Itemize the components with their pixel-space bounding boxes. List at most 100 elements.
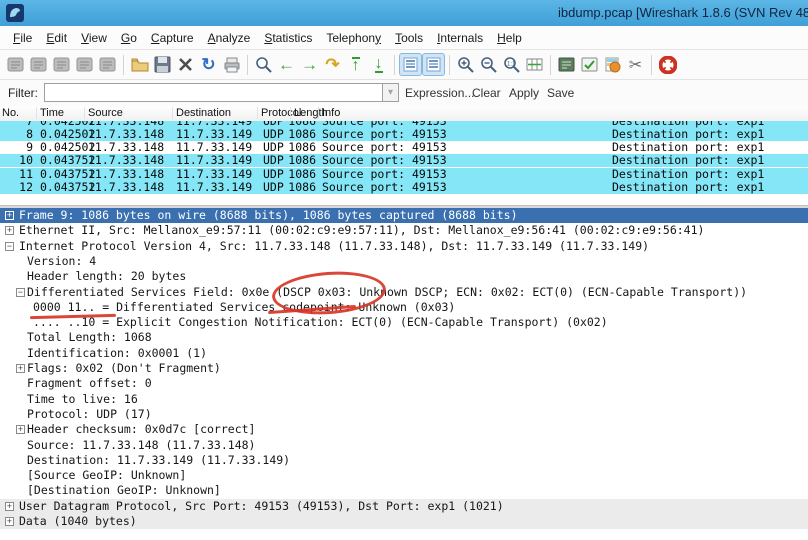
cell-no: 8: [0, 128, 33, 141]
cell-no: 12: [0, 181, 33, 194]
detail-row[interactable]: 0000 11.. = Differentiated Services code…: [0, 300, 808, 315]
menu-capture[interactable]: Capture: [144, 28, 201, 48]
packet-row-10[interactable]: 100.04375211.7.33.14811.7.33.149UDP1086S…: [0, 154, 808, 167]
menu-file[interactable]: File: [6, 28, 39, 48]
detail-row[interactable]: [Destination GeoIP: Unknown]: [0, 483, 808, 498]
cell-isrc: Source port: 49153: [322, 168, 447, 181]
detail-row[interactable]: +Header checksum: 0x0d7c [correct]: [0, 422, 808, 437]
detail-row[interactable]: +Data (1040 bytes): [0, 514, 808, 529]
cell-proto: UDP: [263, 168, 284, 181]
toolbar-separator: [550, 55, 551, 75]
display-filters-icon[interactable]: [578, 53, 601, 76]
column-header-source[interactable]: Source: [88, 107, 123, 119]
detail-row[interactable]: −Internet Protocol Version 4, Src: 11.7.…: [0, 239, 808, 254]
detail-row[interactable]: Version: 4: [0, 254, 808, 269]
cell-len: 1086: [283, 154, 316, 167]
detail-row[interactable]: Total Length: 1068: [0, 330, 808, 345]
reload-icon[interactable]: ↻: [197, 53, 220, 76]
zoom-in-icon[interactable]: [454, 53, 477, 76]
go-to-bottom-icon[interactable]: ↓: [367, 53, 390, 76]
detail-row[interactable]: Destination: 11.7.33.149 (11.7.33.149): [0, 453, 808, 468]
cell-dst: 11.7.33.149: [176, 168, 252, 181]
go-to-packet-icon[interactable]: ↷: [321, 53, 344, 76]
cell-isrc: Source port: 49153: [322, 154, 447, 167]
menu-view[interactable]: View: [74, 28, 114, 48]
expand-icon[interactable]: +: [16, 425, 25, 434]
detail-text: Time to live: 16: [27, 392, 138, 407]
expand-icon[interactable]: +: [5, 211, 14, 220]
save-file-icon[interactable]: [151, 53, 174, 76]
cell-len: 1086: [283, 181, 316, 194]
menu-internals[interactable]: Internals: [430, 28, 490, 48]
menu-go[interactable]: Go: [114, 28, 144, 48]
filter-input[interactable]: [44, 83, 390, 102]
help-icon[interactable]: [656, 53, 679, 76]
autoscroll-toggle[interactable]: [422, 53, 445, 76]
column-separator: [36, 107, 37, 119]
detail-text: Source: 11.7.33.148 (11.7.33.148): [27, 438, 255, 453]
detail-row[interactable]: +Flags: 0x02 (Don't Fragment): [0, 361, 808, 376]
detail-row[interactable]: Header length: 20 bytes: [0, 269, 808, 284]
close-file-icon[interactable]: [174, 53, 197, 76]
packet-row-11[interactable]: 110.04375211.7.33.14811.7.33.149UDP1086S…: [0, 168, 808, 181]
detail-row[interactable]: Source: 11.7.33.148 (11.7.33.148): [0, 438, 808, 453]
detail-row[interactable]: +User Datagram Protocol, Src Port: 49153…: [0, 499, 808, 514]
packet-row-8[interactable]: 80.04250211.7.33.14811.7.33.149UDP1086So…: [0, 128, 808, 141]
coloring-rules-icon[interactable]: [601, 53, 624, 76]
filter-apply-button[interactable]: Apply: [509, 86, 539, 100]
filter-dropdown-icon[interactable]: ▾: [382, 83, 399, 102]
go-to-top-icon[interactable]: ↑: [344, 53, 367, 76]
column-separator: [84, 107, 85, 119]
cell-proto: UDP: [263, 141, 284, 154]
column-separator: [290, 107, 291, 119]
menu-tools[interactable]: Tools: [388, 28, 430, 48]
detail-row[interactable]: Identification: 0x0001 (1): [0, 346, 808, 361]
capture-filters-icon[interactable]: [555, 53, 578, 76]
print-icon[interactable]: [220, 53, 243, 76]
menu-bar: FileEditViewGoCaptureAnalyzeStatisticsTe…: [0, 26, 808, 50]
open-file-icon[interactable]: [128, 53, 151, 76]
cell-dst: 11.7.33.149: [176, 181, 252, 194]
detail-row[interactable]: −Differentiated Services Field: 0x0e (DS…: [0, 285, 808, 300]
filter-save-button[interactable]: Save: [547, 86, 574, 100]
packet-row-12[interactable]: 120.04375211.7.33.14811.7.33.149UDP1086S…: [0, 181, 808, 194]
menu-telephony[interactable]: Telephony: [319, 28, 388, 48]
expand-icon[interactable]: +: [5, 226, 14, 235]
detail-row[interactable]: Fragment offset: 0: [0, 376, 808, 391]
column-header-no[interactable]: No.: [2, 107, 19, 119]
column-header-time[interactable]: Time: [40, 107, 64, 119]
expand-icon[interactable]: +: [5, 502, 14, 511]
detail-row[interactable]: +Ethernet II, Src: Mellanox_e9:57:11 (00…: [0, 223, 808, 238]
detail-text: Fragment offset: 0: [27, 376, 152, 391]
find-packet-icon[interactable]: [252, 53, 275, 76]
detail-row[interactable]: .... ..10 = Explicit Congestion Notifica…: [0, 315, 808, 330]
menu-statistics[interactable]: Statistics: [257, 28, 319, 48]
filter-expression-button[interactable]: Expression...: [405, 86, 474, 100]
collapse-icon[interactable]: −: [16, 288, 25, 297]
colorize-list-toggle[interactable]: [399, 53, 422, 76]
filter-clear-button[interactable]: Clear: [472, 86, 501, 100]
detail-row[interactable]: +Frame 9: 1086 bytes on wire (8688 bits)…: [0, 208, 808, 223]
column-header-destination[interactable]: Destination: [176, 107, 231, 119]
zoom-normal-icon[interactable]: 1:1: [500, 53, 523, 76]
expand-icon[interactable]: +: [16, 364, 25, 373]
go-forward-icon[interactable]: →: [298, 53, 321, 76]
toolbar-separator: [123, 55, 124, 75]
preferences-icon[interactable]: ✂: [624, 53, 647, 76]
cell-no: 11: [0, 168, 33, 181]
detail-row[interactable]: Time to live: 16: [0, 392, 808, 407]
detail-row[interactable]: Protocol: UDP (17): [0, 407, 808, 422]
collapse-icon[interactable]: −: [5, 242, 14, 251]
expand-icon[interactable]: +: [5, 517, 14, 526]
packet-row-9[interactable]: 90.04250211.7.33.14811.7.33.149UDP1086So…: [0, 141, 808, 154]
zoom-out-icon[interactable]: [477, 53, 500, 76]
cell-idst: Destination port: exp1: [612, 141, 764, 154]
column-header-info[interactable]: Info: [322, 107, 340, 119]
detail-row[interactable]: [Source GeoIP: Unknown]: [0, 468, 808, 483]
menu-help[interactable]: Help: [490, 28, 529, 48]
resize-columns-icon[interactable]: [523, 53, 546, 76]
menu-analyze[interactable]: Analyze: [201, 28, 258, 48]
go-back-icon[interactable]: ←: [275, 53, 298, 76]
menu-edit[interactable]: Edit: [39, 28, 74, 48]
filter-label: Filter:: [8, 86, 38, 100]
